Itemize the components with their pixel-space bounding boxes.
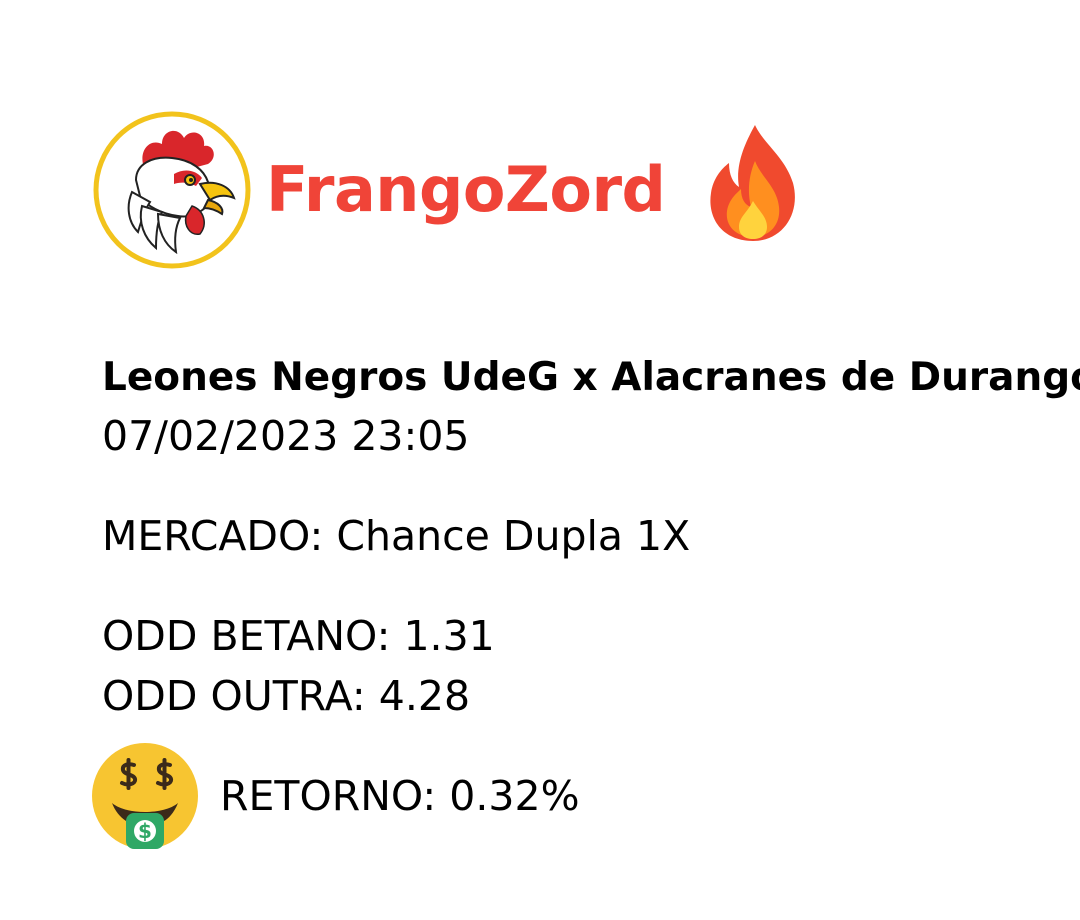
- odd-betano-label: ODD BETANO:: [102, 612, 391, 660]
- retorno-row: $ RETORNO: 0.32%: [90, 740, 580, 852]
- odd-betano-line: ODD BETANO: 1.31: [102, 606, 1080, 666]
- odd-betano-value: 1.31: [403, 612, 495, 660]
- header: FrangoZord: [92, 108, 801, 272]
- retorno-label: RETORNO:: [220, 772, 437, 820]
- odd-outra-label: ODD OUTRA:: [102, 672, 366, 720]
- match-title: Leones Negros UdeG x Alacranes de Durang…: [102, 355, 1080, 400]
- market-value: Chance Dupla 1X: [336, 512, 691, 560]
- bet-info: Leones Negros UdeG x Alacranes de Durang…: [102, 350, 1080, 726]
- rooster-logo-icon: [93, 111, 251, 269]
- odd-outra-value: 4.28: [378, 672, 471, 720]
- market-line: MERCADO: Chance Dupla 1X: [102, 506, 1080, 566]
- match-datetime: 07/02/2023 23:05: [102, 412, 470, 460]
- fire-icon: [710, 125, 796, 241]
- money-mouth-face-icon: $: [92, 743, 198, 849]
- svg-text:$: $: [138, 819, 152, 843]
- market-label: MERCADO:: [102, 512, 324, 560]
- retorno-line: RETORNO: 0.32%: [220, 766, 580, 826]
- retorno-value: 0.32%: [449, 772, 580, 820]
- odd-outra-line: ODD OUTRA: 4.28: [102, 666, 1080, 726]
- brand-name: FrangoZord: [266, 153, 666, 226]
